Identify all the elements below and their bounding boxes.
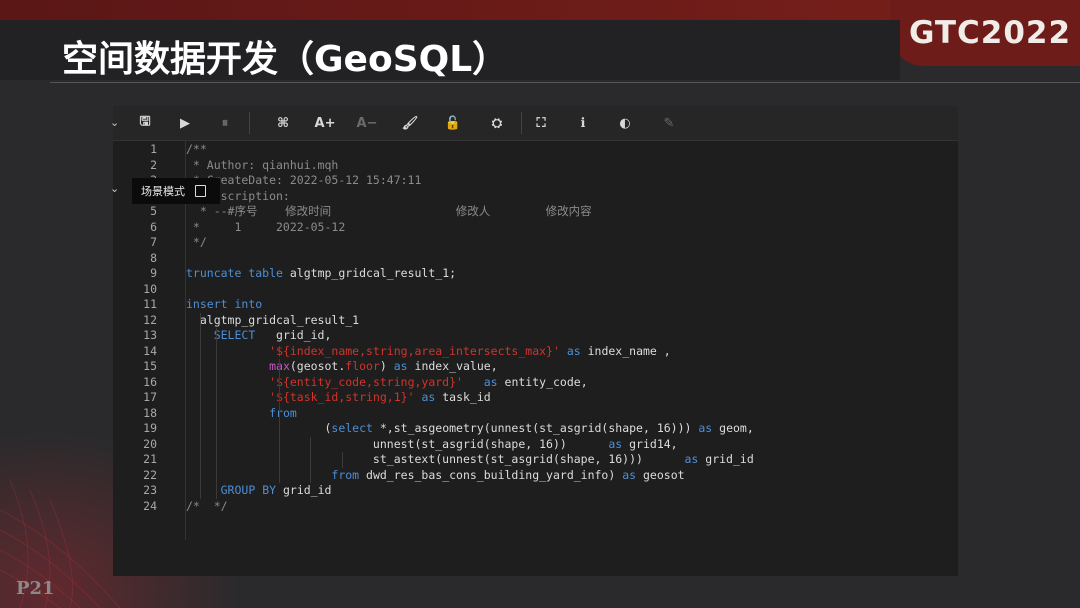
code-line[interactable]: 17 '${task_id,string,1}' as task_id xyxy=(113,390,958,406)
toolbar-separator xyxy=(249,112,250,134)
line-number: 22 xyxy=(143,467,157,482)
line-number: 12 xyxy=(143,312,157,327)
code-editor[interactable]: 🖫 ▶ ⏸ ⌘ A+ A− 🖌 🔓 ⛭ ⛶ ℹ ◐ ✎ 1/** 2 * Author: qianhui.… xyxy=(113,106,958,576)
code-text[interactable]: GROUP BY grid_id xyxy=(186,483,332,499)
code-line[interactable]: 23 GROUP BY grid_id xyxy=(113,483,958,499)
logo-badge: GTC2022 xyxy=(890,0,1080,66)
code-line[interactable]: 13 SELECT grid_id, xyxy=(113,328,958,344)
slide-title: 空间数据开发（GeoSQL） xyxy=(62,39,509,80)
line-number: 2 xyxy=(150,157,157,172)
code-line[interactable]: 15 max(geosot.floor) as index_value, xyxy=(113,359,958,375)
indent-guide xyxy=(310,436,311,483)
code-text[interactable]: truncate table algtmp_gridcal_result_1; xyxy=(186,266,456,282)
line-number: 1 xyxy=(150,142,157,156)
code-text[interactable]: '${entity_code,string,yard}' as entity_c… xyxy=(186,375,588,391)
theme-icon[interactable]: ◐ xyxy=(613,112,637,134)
info-icon[interactable]: ℹ xyxy=(571,112,595,134)
line-number: 9 xyxy=(150,266,157,280)
stop-icon[interactable]: ⏸ xyxy=(213,112,237,134)
code-line[interactable]: 11 insert into xyxy=(113,297,958,313)
code-line[interactable]: 19 (select *,st_asgeometry(unnest(st_asg… xyxy=(113,421,958,437)
line-number: 7 xyxy=(150,235,157,249)
code-line[interactable]: 7 */ xyxy=(113,235,958,251)
code-text[interactable]: * 1 2022-05-12 xyxy=(186,220,345,236)
logo-text: GTC2022 xyxy=(908,15,1072,51)
code-text[interactable]: st_astext(unnest(st_asgrid(shape, 16))) … xyxy=(186,452,754,468)
line-number: 15 xyxy=(143,359,157,373)
code-line[interactable]: 18 from xyxy=(113,406,958,422)
line-number: 8 xyxy=(150,250,157,265)
code-line[interactable]: 8 xyxy=(113,251,958,267)
code-line[interactable]: 16 '${entity_code,string,yard}' as entit… xyxy=(113,375,958,391)
code-text[interactable]: unnest(st_asgrid(shape, 16)) as grid14, xyxy=(186,437,678,453)
scene-mode-tooltip: 场景模式 xyxy=(132,178,220,204)
code-text[interactable]: * CreateDate: 2022-05-12 15:47:11 xyxy=(186,173,421,189)
code-line[interactable]: 10 xyxy=(113,282,958,298)
title-divider xyxy=(50,82,1080,83)
code-text[interactable]: /* */ xyxy=(186,499,228,515)
format-icon[interactable]: ⌘ xyxy=(271,112,295,134)
line-number: 5 xyxy=(150,204,157,218)
code-line[interactable]: 21 st_astext(unnest(st_asgrid(shape, 16)… xyxy=(113,452,958,468)
code-line[interactable]: 14 '${index_name,string,area_intersects_… xyxy=(113,344,958,360)
line-number: 17 xyxy=(143,390,157,404)
chevron-down-icon[interactable]: ⌄ xyxy=(110,116,119,129)
line-number: 10 xyxy=(143,281,157,296)
copy-icon[interactable] xyxy=(195,185,206,197)
line-number: 13 xyxy=(143,328,157,342)
code-line[interactable]: 3 * CreateDate: 2022-05-12 15:47:11 xyxy=(113,173,958,189)
line-number: 14 xyxy=(143,343,157,358)
code-text[interactable]: /** xyxy=(186,142,207,158)
code-line[interactable]: 4 * Description: xyxy=(113,189,958,205)
save-icon[interactable]: 🖫 xyxy=(133,112,157,134)
code-text[interactable]: * Author: qianhui.mqh xyxy=(186,158,338,174)
code-line[interactable]: 22 from dwd_res_bas_cons_building_yard_i… xyxy=(113,468,958,484)
line-number: 6 xyxy=(150,219,157,234)
brush-icon[interactable]: 🖌 xyxy=(398,112,422,134)
line-number: 24 xyxy=(143,498,157,513)
line-number: 23 xyxy=(143,483,157,497)
line-number: 20 xyxy=(143,436,157,451)
fullscreen-icon[interactable]: ⛶ xyxy=(529,112,553,134)
code-line[interactable]: 2 * Author: qianhui.mqh xyxy=(113,158,958,174)
code-text[interactable]: (select *,st_asgeometry(unnest(st_asgrid… xyxy=(186,421,753,437)
indent-guide xyxy=(216,328,217,499)
code-text[interactable]: algtmp_gridcal_result_1 xyxy=(186,313,359,329)
code-text[interactable]: '${index_name,string,area_intersects_max… xyxy=(186,344,671,360)
code-line[interactable]: 6 * 1 2022-05-12 xyxy=(113,220,958,236)
indent-guide xyxy=(200,312,201,499)
lock-icon[interactable]: 🔓 xyxy=(441,112,465,134)
edit-icon[interactable]: ✎ xyxy=(657,112,681,134)
code-text[interactable]: * --#序号 修改时间 修改人 修改内容 xyxy=(186,204,592,220)
code-text[interactable]: */ xyxy=(186,235,207,251)
chevron-down-icon[interactable]: ⌄ xyxy=(110,182,119,195)
code-line[interactable]: 24 /* */ xyxy=(113,499,958,515)
code-text[interactable]: '${task_id,string,1}' as task_id xyxy=(186,390,491,406)
page-number: P21 xyxy=(16,578,55,599)
editor-toolbar: 🖫 ▶ ⏸ ⌘ A+ A− 🖌 🔓 ⛭ ⛶ ℹ ◐ ✎ xyxy=(113,106,958,141)
code-text[interactable]: from xyxy=(186,406,297,422)
plugin-icon[interactable]: ⛭ xyxy=(485,112,509,134)
line-number: 11 xyxy=(143,297,157,311)
code-line[interactable]: 5 * --#序号 修改时间 修改人 修改内容 xyxy=(113,204,958,220)
code-text[interactable]: insert into xyxy=(186,297,262,313)
line-number: 16 xyxy=(143,374,157,389)
toolbar-separator xyxy=(521,112,522,134)
line-number: 21 xyxy=(143,452,157,466)
font-decrease-icon[interactable]: A− xyxy=(355,112,379,134)
code-text[interactable]: SELECT grid_id, xyxy=(186,328,332,344)
code-text[interactable]: max(geosot.floor) as index_value, xyxy=(186,359,498,375)
code-line[interactable]: 20 unnest(st_asgrid(shape, 16)) as grid1… xyxy=(113,437,958,453)
code-line[interactable]: 9 truncate table algtmp_gridcal_result_1; xyxy=(113,266,958,282)
indent-guide xyxy=(279,359,280,483)
code-line[interactable]: 1 /** xyxy=(113,142,958,158)
indent-guide xyxy=(342,452,343,468)
tooltip-label: 场景模式 xyxy=(141,185,185,198)
font-increase-icon[interactable]: A+ xyxy=(313,112,337,134)
code-text[interactable]: from dwd_res_bas_cons_building_yard_info… xyxy=(186,468,684,484)
code-line[interactable]: 12 algtmp_gridcal_result_1 xyxy=(113,313,958,329)
line-number: 19 xyxy=(143,421,157,435)
run-icon[interactable]: ▶ xyxy=(173,112,197,134)
line-number: 18 xyxy=(143,405,157,420)
